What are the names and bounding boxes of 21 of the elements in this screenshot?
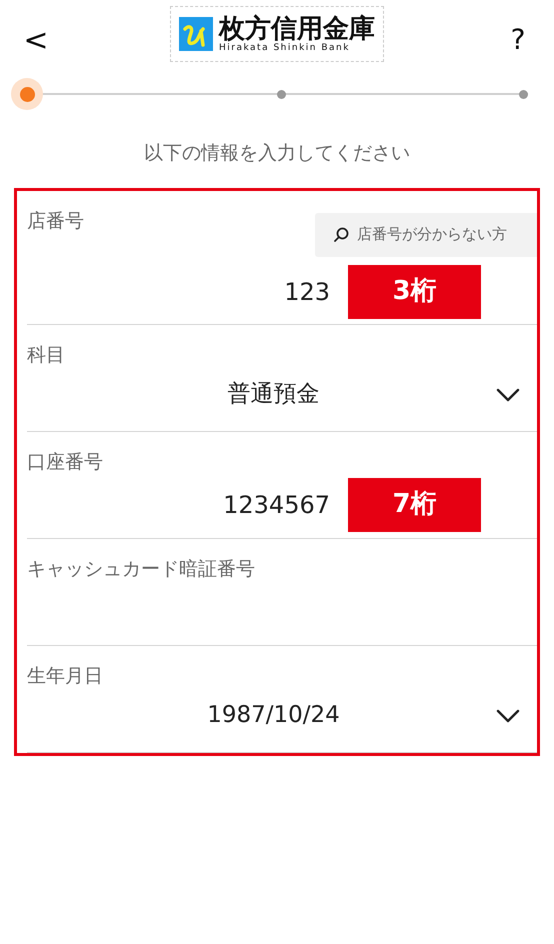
instruction-text: 以下の情報を入力してください: [143, 141, 411, 166]
field-label: 科目: [27, 342, 65, 368]
help-button[interactable]: ?: [504, 19, 532, 61]
select-field[interactable]: 普通預金: [27, 372, 537, 416]
search-icon: [333, 226, 349, 242]
field-label: 店番号: [27, 208, 84, 234]
input-field[interactable]: 1234567: [27, 478, 348, 532]
select-field[interactable]: 1987/10/24: [27, 694, 537, 738]
logo-title: 枚方信用金庫: [219, 14, 375, 42]
input-field[interactable]: 123: [27, 264, 348, 318]
digit-badge: 3桁: [348, 264, 481, 318]
chevron-down-icon: [496, 708, 520, 722]
back-button[interactable]: <: [22, 18, 50, 62]
logo-mark-icon: [179, 17, 213, 51]
field-label: 生年月日: [27, 664, 103, 688]
field-label: 口座番号: [27, 450, 103, 474]
help-search-button[interactable]: 店番号が分からない方: [315, 212, 537, 256]
field-label: キャッシュカード暗証番号: [27, 556, 255, 582]
chevron-down-icon: [496, 388, 520, 402]
digit-badge: 7桁: [348, 478, 481, 532]
logo-subtitle: Hirakata Shinkin Bank: [219, 42, 351, 54]
